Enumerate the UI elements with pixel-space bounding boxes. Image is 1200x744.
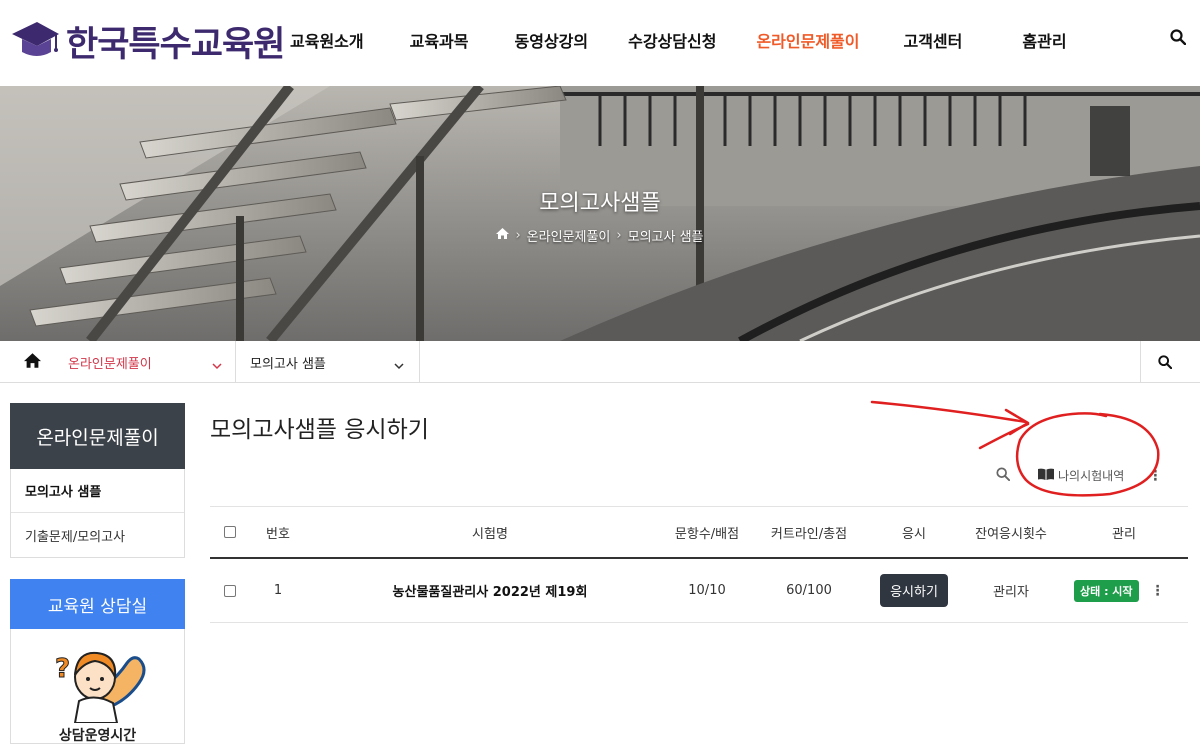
sidebar-item-past-exams[interactable]: 기출문제/모의고사 (11, 513, 184, 557)
nav-item-online-quiz[interactable]: 온라인문제풀이 (756, 28, 859, 52)
location-bar: 온라인문제풀이 모의고사 샘플 (0, 341, 1200, 383)
consult-hours-label: 상담운영시간 (58, 728, 137, 744)
column-header-questions: 문항수/배점 (674, 526, 740, 542)
select-all-checkbox[interactable] (224, 526, 236, 538)
take-exam-button[interactable]: 응시하기 (880, 574, 948, 607)
hero-banner: 모의고사샘플 › 온라인문제풀이 › 모의고사 샘플 (0, 86, 1200, 341)
row-more-options-icon[interactable]: ⋮ (1151, 583, 1165, 599)
row-questions: 10/10 (688, 583, 726, 598)
nav-item-about[interactable]: 교육원소개 (290, 28, 364, 52)
column-header-remaining: 잔여응시횟수 (975, 526, 1047, 542)
logo[interactable]: 한국특수교육원 (10, 16, 285, 67)
table-row: 1 농산물품질관리사 2022년 제19회 10/10 60/100 응시하기 … (210, 559, 1188, 623)
row-checkbox[interactable] (224, 584, 236, 597)
row-exam-name[interactable]: 농산물품질관리사 2022년 제19회 (370, 559, 610, 622)
nav-item-video-lectures[interactable]: 동영상강의 (515, 28, 589, 52)
breadcrumb: › 온라인문제풀이 › 모의고사 샘플 (0, 226, 1200, 245)
chevron-down-icon (394, 355, 404, 374)
nav-item-courses[interactable]: 교육과목 (410, 28, 469, 52)
take-exam-cell: 응시하기 (870, 559, 958, 622)
chevron-down-icon (212, 355, 222, 374)
row-manage-cell: 상태 : 시작 ⋮ (1074, 559, 1165, 622)
column-header-take: 응시 (902, 526, 926, 542)
location-search-button[interactable] (1140, 341, 1188, 383)
row-no: 1 (273, 583, 283, 598)
status-badge: 상태 : 시작 (1074, 579, 1139, 602)
column-header-no: 번호 (266, 526, 290, 542)
svg-text:?: ? (55, 654, 70, 684)
home-icon[interactable] (24, 353, 41, 372)
column-header-manage: 관리 (1112, 526, 1136, 542)
graduation-cap-icon (10, 18, 60, 66)
home-icon[interactable] (496, 228, 510, 243)
global-nav: 교육원소개 교육과목 동영상강의 수강상담신청 온라인문제풀이 고객센터 홈관리 (290, 28, 1067, 52)
nav-item-consult-request[interactable]: 수강상담신청 (628, 28, 716, 52)
consult-title[interactable]: 교육원 상담실 (10, 579, 185, 629)
nav-item-customer-center[interactable]: 고객센터 (903, 28, 962, 52)
exam-table: 번호 시험명 문항수/배점 커트라인/총점 응시 잔여응시횟수 관리 1 농산물… (210, 506, 1188, 623)
chevron-right-icon: › (616, 228, 622, 243)
breadcrumb-item-category[interactable]: 온라인문제풀이 (527, 226, 611, 245)
breadcrumb-item-current: 모의고사 샘플 (627, 230, 704, 245)
page-title: 모의고사샘플 응시하기 (210, 417, 429, 443)
column-header-name: 시험명 (472, 526, 508, 542)
consult-box: ? 상담운영시간 (10, 629, 185, 744)
category-dropdown-label: 온라인문제풀이 (68, 357, 152, 372)
page-dropdown-label: 모의고사 샘플 (250, 357, 326, 372)
sidebar-menu: 모의고사 샘플 기출문제/모의고사 (10, 469, 185, 558)
table-header: 번호 시험명 문항수/배점 커트라인/총점 응시 잔여응시횟수 관리 (210, 506, 1188, 559)
chevron-right-icon: › (515, 228, 521, 243)
category-dropdown[interactable]: 온라인문제풀이 (58, 341, 236, 383)
nav-item-home-admin[interactable]: 홈관리 (1022, 28, 1066, 52)
site-header: 한국특수교육원 교육원소개 교육과목 동영상강의 수강상담신청 온라인문제풀이 … (0, 0, 1200, 86)
search-icon[interactable] (1170, 29, 1187, 49)
row-cutline: 60/100 (786, 583, 832, 598)
select-all-cell (224, 507, 236, 557)
sidebar-title: 온라인문제풀이 (10, 403, 185, 469)
hero-title: 모의고사샘플 (539, 191, 661, 216)
logo-text: 한국특수교육원 (66, 25, 285, 65)
column-header-cutline: 커트라인/총점 (770, 526, 848, 542)
annotation-arrow-circle (870, 400, 1160, 497)
row-remaining: 관리자 (993, 585, 1029, 600)
row-select-cell (224, 559, 236, 622)
page-dropdown[interactable]: 모의고사 샘플 (236, 341, 420, 383)
counselor-illustration: ? (47, 639, 147, 727)
sidebar-item-mock-sample[interactable]: 모의고사 샘플 (11, 469, 184, 513)
search-icon (1158, 354, 1173, 373)
